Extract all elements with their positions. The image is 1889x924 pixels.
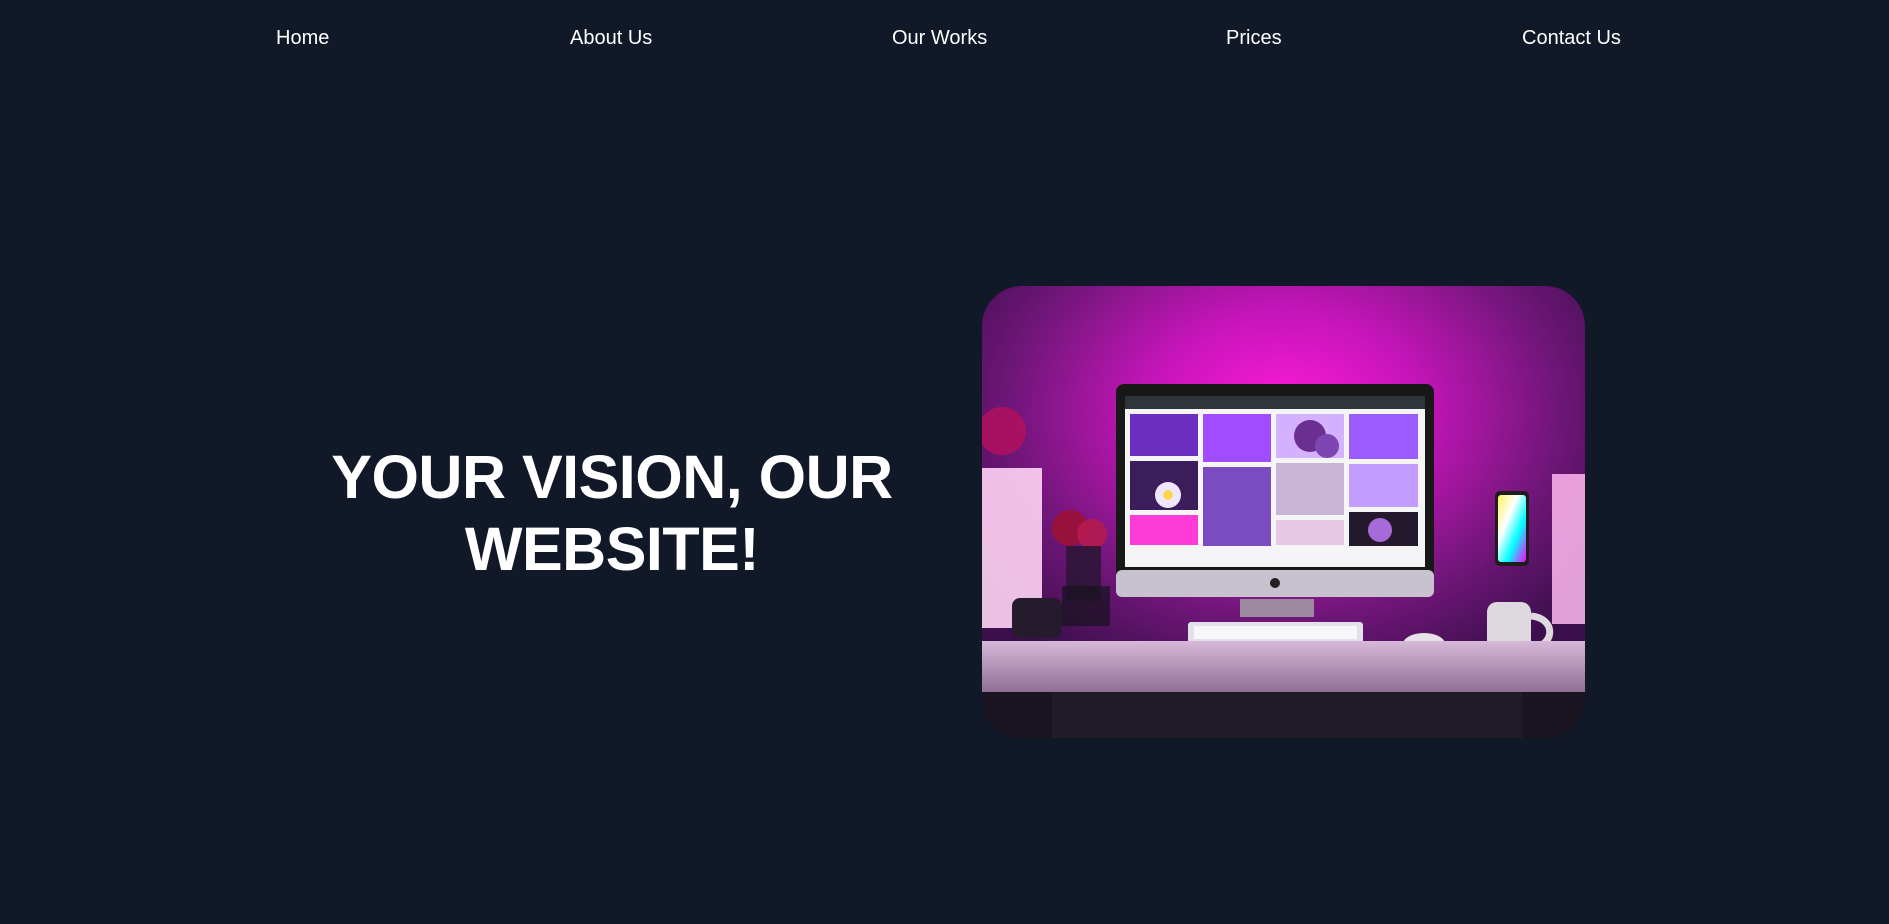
main-nav: Home About Us Our Works Prices Contact U… [0,0,1889,76]
nav-home-link[interactable]: Home [276,25,329,51]
desk-setup-illustration [982,286,1585,738]
hero-title-line-1: YOUR VISION, OUR [331,443,893,511]
nav-contact-us-link[interactable]: Contact Us [1522,25,1621,51]
nav-our-works-link[interactable]: Our Works [892,25,987,51]
page: Home About Us Our Works Prices Contact U… [0,0,1889,924]
hero-title: YOUR VISION, OUR WEBSITE! [320,441,904,585]
nav-prices-link[interactable]: Prices [1226,25,1282,51]
hero-title-line-2: WEBSITE! [464,515,760,583]
nav-about-us-link[interactable]: About Us [570,25,652,51]
hero-image [982,286,1585,738]
